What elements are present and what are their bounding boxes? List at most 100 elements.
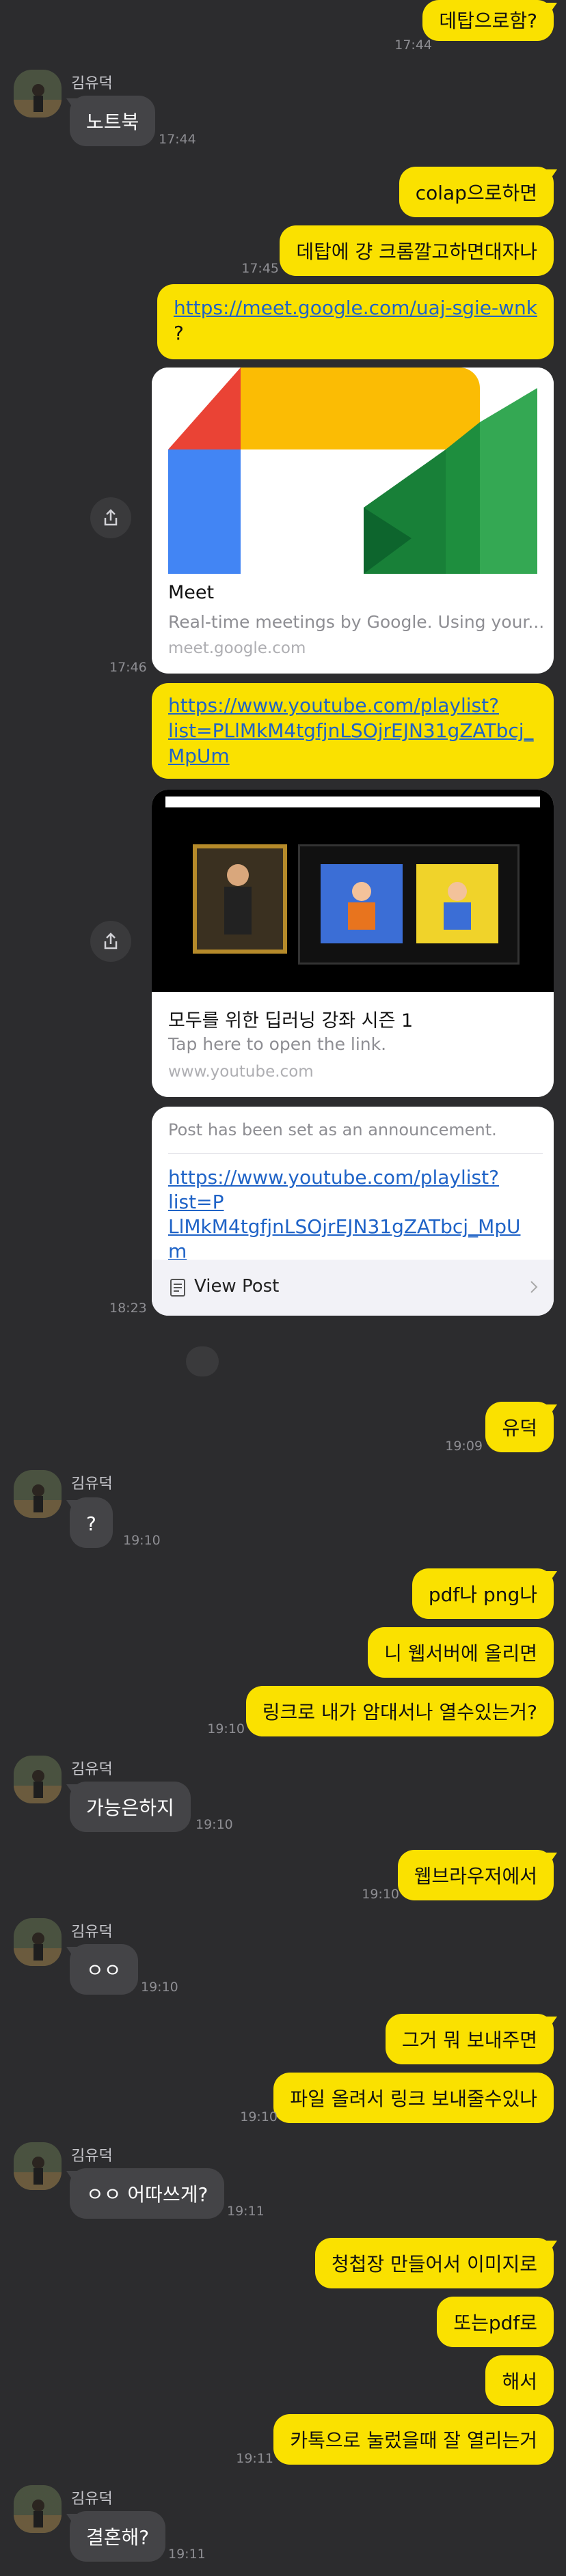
message-text: pdf나 png나 [428,1583,537,1606]
avatar[interactable] [14,2142,62,2190]
link-text[interactable]: https://meet.google.com/uaj-sgie-wnk [174,295,537,320]
announcement-header: Post has been set as an announcement. [168,1120,497,1139]
card-description: Tap here to open the link. [168,1034,387,1054]
link-text[interactable]: list=PLlMkM4tgfjnLSOjrEJN31gZATbcj_ [168,718,537,743]
my-message-bubble[interactable]: 파일 올려서 링크 보내줄수있나 [273,2073,554,2123]
announcement-card[interactable]: Post has been set as an announcement. ht… [152,1107,554,1316]
divider [168,1153,543,1154]
link-text[interactable]: LlMkM4tgfjnLSOjrEJN31gZATbcj_MpU [168,1215,554,1239]
my-message-bubble[interactable]: 청첩장 만들어서 이미지로 [314,2238,554,2288]
link-preview-card-meet[interactable]: Meet Real-time meetings by Google. Using… [152,368,554,674]
my-message-bubble[interactable]: 니 웹서버에 올리면 [368,1627,554,1678]
their-message-bubble[interactable]: ㅇㅇ 어따쓰게? [70,2168,225,2219]
my-message-bubble[interactable]: 링크로 내가 암대서나 열수있는거? [245,1686,554,1736]
their-message-bubble[interactable]: ? [70,1497,113,1548]
view-post-button[interactable]: View Post [152,1260,554,1316]
message-text: 파일 올려서 링크 보내줄수있나 [290,2088,537,2110]
my-message-bubble[interactable]: 해서 [485,2355,554,2406]
my-message-bubble[interactable]: 데탑으로함? [422,0,554,41]
message-text: 니 웹서버에 올리면 [384,1642,537,1665]
card-domain: www.youtube.com [168,1063,314,1081]
chevron-right-icon [529,1277,539,1299]
message-text: 결혼해? [86,2526,150,2549]
my-message-bubble[interactable]: colap으로하면 [399,167,554,217]
profile-photo [14,1756,62,1803]
their-message-bubble[interactable]: 노트북 [70,96,156,146]
message-time: 18:23 [109,1301,147,1316]
message-text: 그거 뭐 보내주면 [401,2029,537,2051]
sender-name: 김유덕 [71,1924,113,1941]
link-preview-card-youtube[interactable]: 모두를 위한 딥러닝 강좌 시즌 1 Tap here to open the … [152,790,554,1097]
message-text: 데탑에 걍 크롬깔고하면대자나 [296,240,537,263]
profile-photo [14,1918,62,1966]
message-time: 17:45 [241,261,279,276]
message-time: 19:11 [236,2451,273,2466]
message-text: 해서 [502,2370,537,2393]
share-icon[interactable] [90,497,131,538]
avatar[interactable] [14,2485,62,2533]
card-domain: meet.google.com [168,639,306,657]
message-text: 또는pdf로 [453,2312,537,2334]
message-time: 19:11 [227,2204,265,2219]
message-text: 유덕 [502,1417,537,1439]
card-title: Meet [168,582,215,603]
avatar[interactable] [14,70,62,117]
view-post-label: View Post [194,1276,280,1297]
message-text: 노트북 [86,111,139,133]
meet-logo [152,368,554,574]
message-text: ㅇㅇ 어따쓰게? [86,2183,208,2206]
my-message-bubble[interactable]: 카톡으로 눌렀을때 잘 열리는거 [273,2414,554,2465]
my-message-bubble[interactable]: pdf나 png나 [412,1568,554,1619]
message-time: 17:44 [159,132,196,147]
video-thumbnail [152,790,554,992]
sender-name: 김유덕 [71,1761,113,1778]
sender-name: 김유덕 [71,2148,113,2165]
my-link-message-bubble[interactable]: https://meet.google.com/uaj-sgie-wnk ? [157,284,554,359]
link-text[interactable]: https://www.youtube.com/playlist?list=P [168,1165,554,1215]
my-message-bubble[interactable]: 데탑에 걍 크롬깔고하면대자나 [280,225,554,276]
avatar[interactable] [14,1918,62,1966]
message-time: 19:10 [240,2109,278,2124]
profile-photo [14,70,62,117]
sender-name: 김유덕 [71,75,113,92]
message-time: 19:10 [196,1817,233,1832]
my-message-bubble[interactable]: 그거 뭐 보내주면 [385,2014,554,2064]
link-text[interactable]: MpUm [168,743,537,768]
profile-photo [14,2485,62,2533]
message-text: 가능은하지 [86,1797,174,1819]
message-time: 19:10 [362,1887,399,1902]
thumbnail-speaker [193,844,287,954]
sender-name: 김유덕 [71,1476,113,1493]
message-text: 청첩장 만들어서 이미지로 [331,2253,537,2275]
message-text: ? [173,322,184,344]
my-message-bubble[interactable]: 유덕 [485,1402,554,1452]
message-time: 17:46 [109,660,147,675]
my-message-bubble[interactable]: 또는pdf로 [437,2297,554,2347]
message-text: 링크로 내가 암대서나 열수있는거? [262,1701,537,1723]
profile-photo [14,2142,62,2190]
their-message-bubble[interactable]: ㅇㅇ [70,1944,138,1995]
their-message-bubble[interactable]: 결혼해? [70,2511,166,2562]
link-text[interactable]: https://www.youtube.com/playlist? [168,693,537,718]
message-text: colap으로하면 [415,182,537,204]
my-link-message-bubble[interactable]: https://www.youtube.com/playlist? list=P… [152,683,554,779]
their-message-bubble[interactable]: 가능은하지 [70,1782,191,1832]
card-title: 모두를 위한 딥러닝 강좌 시즌 1 [168,1010,414,1031]
message-time: 17:44 [394,38,432,53]
avatar[interactable] [14,1470,62,1518]
message-time: 19:10 [207,1721,245,1736]
message-time: 19:09 [445,1439,483,1454]
card-description: Real-time meetings by Google. Using your… [168,612,545,632]
my-message-bubble[interactable]: 웹브라우저에서 [397,1850,554,1900]
message-time: 19:10 [123,1533,161,1548]
date-divider [186,1346,219,1376]
avatar[interactable] [14,1756,62,1803]
share-icon[interactable] [90,921,131,962]
message-text: 웹브라우저에서 [414,1865,537,1887]
message-time: 19:11 [168,2547,206,2562]
document-icon [170,1278,186,1300]
message-text: ㅇㅇ [86,1959,122,1982]
thumbnail-slide [298,844,520,965]
message-text: ? [86,1512,96,1535]
sender-name: 김유덕 [71,2491,113,2508]
